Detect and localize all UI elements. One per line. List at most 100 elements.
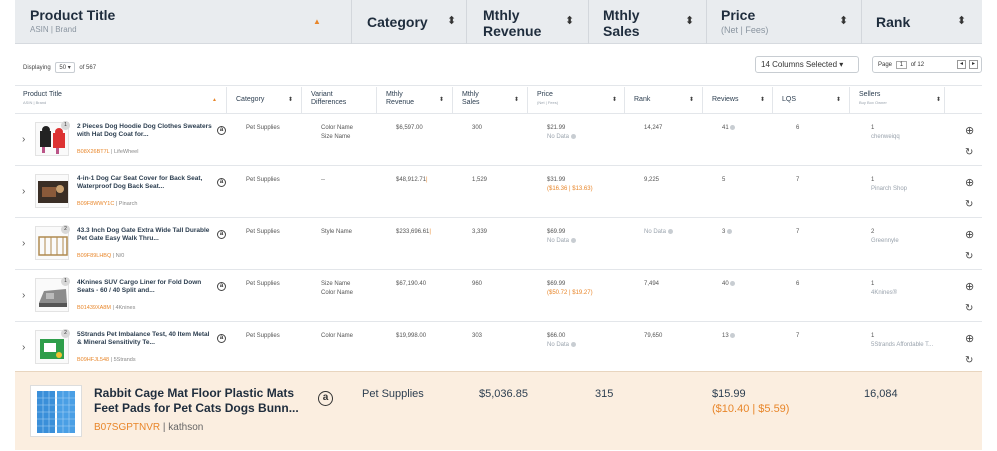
sort-icon[interactable]: ⬍ <box>565 14 574 27</box>
product-title[interactable]: 4-in-1 Dog Car Seat Cover for Back Seat,… <box>77 175 212 191</box>
sellers-cell: 2 Greennyle <box>871 228 899 246</box>
price-cell: $69.99 No Data <box>547 228 576 246</box>
table-row[interactable]: › 2 5Strands Pet Imbalance Test, 40 Item… <box>15 322 982 374</box>
add-icon[interactable]: ⊕ <box>965 176 974 189</box>
sort-icon[interactable]: ⬍ <box>288 96 293 104</box>
asin-link[interactable]: B09HFJL548 <box>77 357 109 363</box>
info-icon[interactable] <box>570 341 576 347</box>
product-thumbnail[interactable]: 2 <box>35 225 70 260</box>
info-icon[interactable] <box>570 237 576 243</box>
product-thumbnail[interactable]: 1 <box>35 277 70 312</box>
sort-icon[interactable]: ⬍ <box>439 96 444 104</box>
product-title[interactable]: 2 Pieces Dog Hoodie Dog Clothes Sweaters… <box>77 123 212 139</box>
sort-icon[interactable]: ⬍ <box>612 96 617 104</box>
header-price[interactable]: Price (Net | Fees) ⬍ <box>707 0 862 44</box>
add-icon[interactable]: ⊕ <box>965 124 974 137</box>
header-mthly-revenue[interactable]: Mthly Revenue ⬍ <box>467 0 589 44</box>
seller-name[interactable]: Pinarch Shop <box>871 185 907 194</box>
product-title[interactable]: 4Knines SUV Cargo Liner for Fold Down Se… <box>77 279 212 295</box>
refresh-icon[interactable]: ↻ <box>965 199 973 210</box>
expand-chevron-icon[interactable]: › <box>22 238 25 249</box>
header-mthly-sales[interactable]: Mthly Sales ⬍ <box>589 0 707 44</box>
seller-name[interactable]: chenweiqq <box>871 133 900 142</box>
expand-chevron-icon[interactable]: › <box>22 134 25 145</box>
info-icon[interactable] <box>570 133 576 139</box>
info-icon[interactable] <box>730 332 736 338</box>
table-row[interactable]: › 1 4Knines SUV Cargo Liner for Fold Dow… <box>15 270 982 322</box>
refresh-icon[interactable]: ↻ <box>965 303 973 314</box>
col-lqs[interactable]: LQS ⬍ <box>773 87 850 114</box>
sort-icon[interactable]: ⬍ <box>839 14 848 27</box>
col-price[interactable]: Price (Net | Fees) ⬍ <box>528 87 625 114</box>
product-thumbnail[interactable] <box>30 385 82 437</box>
info-icon[interactable] <box>730 124 736 130</box>
refresh-icon[interactable]: ↻ <box>965 355 973 366</box>
prev-page-button[interactable]: ◂ <box>957 60 966 69</box>
sort-icon[interactable]: ⬍ <box>936 96 941 104</box>
col-mthly-revenue[interactable]: Mthly Revenue ⬍ <box>377 87 453 114</box>
seller-name[interactable]: Greennyle <box>871 237 899 246</box>
product-thumbnail[interactable]: 1 <box>35 121 70 156</box>
asin-link[interactable]: B09F8WWY1C <box>77 201 114 207</box>
product-thumbnail[interactable]: 2 <box>35 329 70 364</box>
col-sellers-label: Sellers <box>859 91 881 98</box>
refresh-icon[interactable]: ↻ <box>965 251 973 262</box>
col-category[interactable]: Category ⬍ <box>227 87 302 114</box>
sort-icon[interactable]: ⬍ <box>836 96 841 104</box>
asin-link[interactable]: B01439XA8M <box>77 305 111 311</box>
sort-icon[interactable]: ⬍ <box>760 96 765 104</box>
sort-icon[interactable]: ⬍ <box>957 14 966 27</box>
seller-name[interactable]: 4Knines® <box>871 289 897 298</box>
amazon-icon[interactable]: a <box>217 230 226 239</box>
sort-asc-icon[interactable]: ▲ <box>212 96 217 104</box>
columns-selected-dropdown[interactable]: 14 Columns Selected ▾ <box>755 56 859 73</box>
amazon-icon[interactable]: a <box>217 282 226 291</box>
table-row[interactable]: › 4-in-1 Dog Car Seat Cover for Back Sea… <box>15 166 982 218</box>
refresh-icon[interactable]: ↻ <box>965 147 973 158</box>
add-icon[interactable]: ⊕ <box>965 332 974 345</box>
product-title[interactable]: 43.3 Inch Dog Gate Extra Wide Tall Durab… <box>77 227 212 243</box>
table-row[interactable]: › 1 2 Pieces Dog Hoodie Dog Clothes Swea… <box>15 114 982 166</box>
sort-icon[interactable]: ⬍ <box>685 14 694 27</box>
highlighted-product-row[interactable]: Rabbit Cage Mat Floor Plastic Mats Feet … <box>15 371 982 450</box>
sort-icon[interactable]: ⬍ <box>689 96 694 104</box>
header-category[interactable]: Category ⬍ <box>352 0 467 44</box>
next-page-button[interactable]: ▸ <box>969 60 978 69</box>
header-product-title[interactable]: Product Title ASIN | Brand ▲ <box>15 0 352 44</box>
amazon-icon[interactable]: a <box>217 334 226 343</box>
header-rank[interactable]: Rank ⬍ <box>862 0 982 44</box>
table-row[interactable]: › 2 43.3 Inch Dog Gate Extra Wide Tall D… <box>15 218 982 270</box>
col-mthly-sales[interactable]: Mthly Sales ⬍ <box>453 87 528 114</box>
sort-icon[interactable]: ⬍ <box>514 96 519 104</box>
expand-chevron-icon[interactable]: › <box>22 342 25 353</box>
product-title[interactable]: 5Strands Pet Imbalance Test, 40 Item Met… <box>77 331 212 347</box>
col-product-title[interactable]: Product Title ASIN | Brand ▲ <box>15 87 227 114</box>
add-icon[interactable]: ⊕ <box>965 228 974 241</box>
col-reviews[interactable]: Reviews ⬍ <box>703 87 773 114</box>
category-cell: Pet Supplies <box>362 388 424 400</box>
col-variant-differences[interactable]: Variant Differences <box>302 87 377 114</box>
page-input[interactable]: 1 <box>895 61 908 69</box>
per-page-select[interactable]: 50 ▾ <box>55 62 75 73</box>
sort-asc-icon[interactable]: ▲ <box>313 17 321 26</box>
col-rank[interactable]: Rank ⬍ <box>625 87 703 114</box>
info-icon[interactable] <box>667 228 673 234</box>
rank-cell: 16,084 <box>864 388 898 400</box>
amazon-icon[interactable]: a <box>217 126 226 135</box>
amazon-icon[interactable]: a <box>318 391 333 406</box>
info-icon[interactable] <box>727 228 733 234</box>
seller-name[interactable]: 5Strands Affordable T... <box>871 341 933 350</box>
display-toolbar: Displaying 50 ▾ of 567 14 Columns Select… <box>15 44 982 86</box>
asin-link[interactable]: B08X26BT7L <box>77 149 110 155</box>
expand-chevron-icon[interactable]: › <box>22 186 25 197</box>
sort-icon[interactable]: ⬍ <box>447 14 456 27</box>
col-sellers[interactable]: Sellers Buy Box Owner ⬍ <box>850 87 945 114</box>
product-title[interactable]: Rabbit Cage Mat Floor Plastic Mats Feet … <box>94 386 309 416</box>
expand-chevron-icon[interactable]: › <box>22 290 25 301</box>
amazon-icon[interactable]: a <box>217 178 226 187</box>
asin-link[interactable]: B07SGPTNVR <box>94 422 160 433</box>
info-icon[interactable] <box>730 280 736 286</box>
product-thumbnail[interactable] <box>35 174 69 208</box>
asin-link[interactable]: B09F89LHBQ <box>77 253 111 259</box>
add-icon[interactable]: ⊕ <box>965 280 974 293</box>
